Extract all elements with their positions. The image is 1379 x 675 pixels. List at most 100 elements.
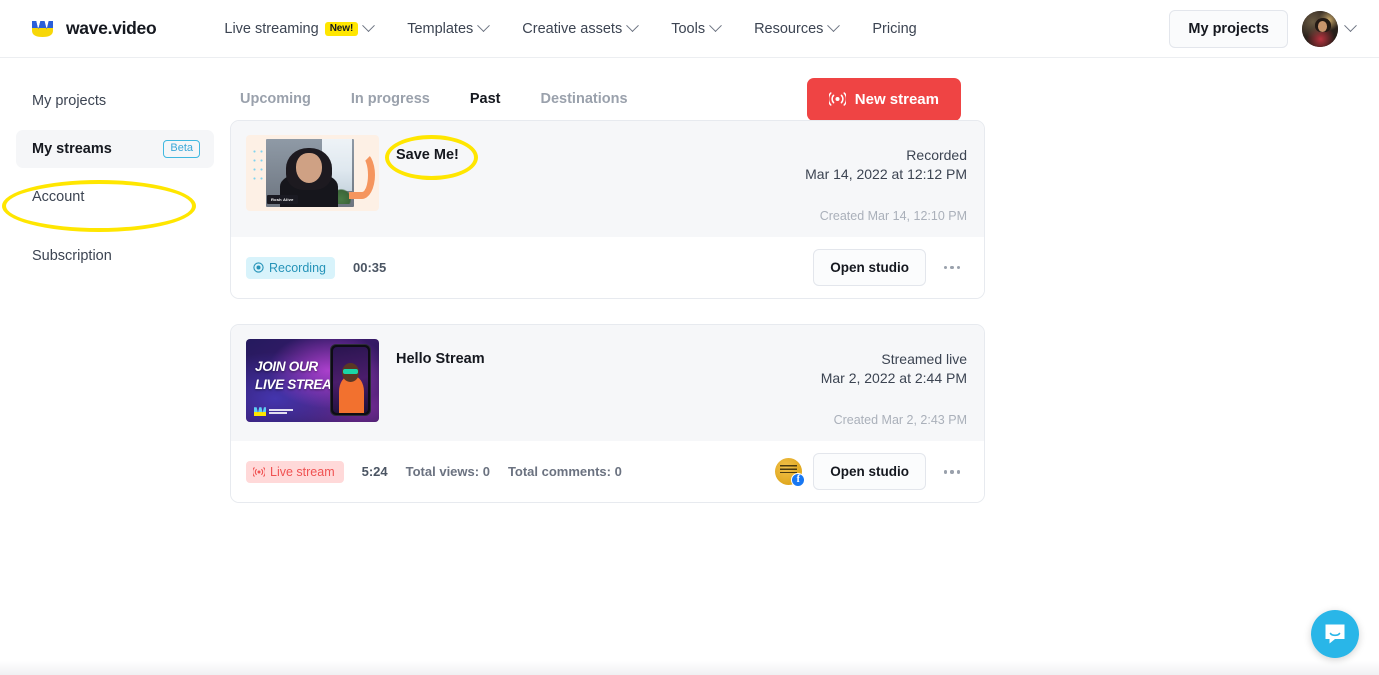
thumbnail-name-label: Rosh Alive (267, 195, 298, 204)
facebook-destination-avatar[interactable]: f (775, 458, 806, 488)
avatar[interactable] (1302, 10, 1338, 47)
stream-thumbnail-webcam[interactable]: Rosh Alive (246, 135, 379, 211)
stream-meta: Streamed live Mar 2, 2022 at 2:44 PM Cre… (821, 339, 967, 427)
status-badge-label: Recording (269, 260, 326, 275)
logo-text: wave.video (66, 18, 157, 38)
nav-item-pricing[interactable]: Pricing (855, 0, 933, 58)
more-horizontal-icon[interactable] (937, 253, 967, 283)
stream-date: Mar 2, 2022 at 2:44 PM (820, 369, 967, 386)
nav-item-tools[interactable]: Tools (654, 0, 737, 58)
stream-title: Hello Stream (396, 351, 485, 368)
chevron-down-icon (709, 19, 722, 33)
stream-thumbnail-promo[interactable]: JOIN OUR LIVE STREAM (246, 339, 379, 423)
stream-total-views: Total views: 0 (405, 464, 490, 480)
thumbnail-logo (254, 407, 293, 417)
stream-meta: Recorded Mar 14, 2022 at 12:12 PM Create… (805, 135, 967, 223)
nav-label: Live streaming (224, 20, 319, 37)
header-right-actions: My projects (1169, 9, 1357, 48)
page-body: My projects My streams Beta Account Subs… (0, 58, 1379, 675)
my-projects-button[interactable]: My projects (1169, 9, 1288, 48)
stream-card-header: JOIN OUR LIVE STREAM Hello Stream Stream… (231, 325, 984, 442)
nav-label: Resources (754, 20, 824, 37)
broadcast-icon (828, 92, 846, 106)
orange-arc-decoration (349, 151, 375, 199)
open-studio-button[interactable]: Open studio (813, 453, 926, 491)
person-face (296, 153, 322, 183)
stream-card[interactable]: JOIN OUR LIVE STREAM Hello Stream Stream… (230, 324, 985, 504)
stream-card-footer: Recording 00:35 Open studio (231, 237, 984, 299)
open-studio-button[interactable]: Open studio (813, 249, 926, 287)
nav-item-resources[interactable]: Resources (737, 0, 855, 58)
nav-label: Templates (407, 20, 474, 37)
sunglasses (343, 368, 359, 374)
thumbnail-headline-1: JOIN OUR (255, 359, 318, 375)
stream-card-header: Rosh Alive Save Me! Recorded Mar 14, 202… (231, 121, 984, 238)
sidebar-item-my-projects[interactable]: My projects (16, 82, 214, 120)
stream-duration: 00:35 (352, 260, 387, 276)
sidebar-item-account[interactable]: Account (16, 178, 214, 216)
sidebar-item-subscription[interactable]: Subscription (16, 237, 214, 275)
record-icon (253, 262, 264, 273)
nav-label: Pricing (872, 20, 917, 37)
wave-crown-logo-icon (254, 407, 266, 417)
stream-date: Mar 14, 2022 at 12:12 PM (805, 165, 967, 182)
person-body (338, 376, 364, 414)
wave-video-logo[interactable]: wave.video (32, 18, 157, 39)
new-badge: New! (324, 21, 359, 36)
main-content: Upcoming In progress Past Destinations N… (230, 58, 1379, 675)
sidebar: My projects My streams Beta Account Subs… (0, 58, 230, 675)
chevron-down-icon (626, 19, 640, 33)
nav-item-templates[interactable]: Templates (390, 0, 505, 58)
status-badge-recording: Recording (246, 256, 335, 279)
facebook-icon: f (791, 473, 806, 488)
nav-item-live-streaming[interactable]: Live streaming New! (224, 0, 390, 58)
stream-status: Recorded (906, 147, 967, 163)
streams-toolbar: Upcoming In progress Past Destinations N… (230, 58, 1379, 121)
nav-label: Creative assets (522, 20, 623, 37)
page-bottom-edge (0, 661, 1379, 675)
thumbnail-art: Rosh Alive (246, 135, 379, 211)
stream-created: Created Mar 14, 12:10 PM (819, 209, 967, 224)
stream-duration: 5:24 (361, 464, 388, 480)
sidebar-item-my-streams[interactable]: My streams Beta (16, 130, 214, 168)
sidebar-item-label: Account (32, 189, 85, 205)
stream-total-comments: Total comments: 0 (507, 464, 622, 480)
phone-mockup (330, 344, 371, 417)
stream-status: Streamed live (881, 351, 967, 368)
stream-created: Created Mar 2, 2:43 PM (833, 413, 967, 428)
broadcast-icon (253, 467, 265, 477)
stream-card[interactable]: Rosh Alive Save Me! Recorded Mar 14, 202… (230, 120, 985, 300)
stream-card-actions: Open studio (813, 249, 967, 287)
intercom-chat-launcher[interactable] (1311, 610, 1359, 658)
nav-item-creative-assets[interactable]: Creative assets (505, 0, 654, 58)
stream-card-footer: Live stream 5:24 Total views: 0 Total co… (231, 441, 984, 503)
sidebar-item-label: My streams (32, 141, 112, 157)
account-menu[interactable] (1302, 10, 1357, 47)
tab-past[interactable]: Past (460, 83, 511, 115)
tab-in-progress[interactable]: In progress (341, 83, 440, 115)
new-stream-label: New stream (854, 90, 939, 108)
chat-bubble-smile-icon (1325, 624, 1345, 644)
stream-card-actions: f Open studio (775, 453, 967, 491)
chevron-down-icon[interactable] (1344, 19, 1357, 33)
beta-badge: Beta (163, 139, 200, 159)
thumbnail-art: JOIN OUR LIVE STREAM (246, 339, 379, 423)
new-stream-button[interactable]: New stream (806, 77, 961, 121)
sidebar-item-label: Subscription (32, 248, 112, 264)
phone-screen (333, 347, 368, 414)
top-header: wave.video Live streaming New! Templates… (0, 0, 1379, 58)
stream-title: Save Me! (396, 147, 459, 163)
logo-wordmark (269, 408, 293, 415)
status-badge-label: Live stream (270, 464, 335, 479)
tab-upcoming[interactable]: Upcoming (230, 83, 321, 115)
nav-label: Tools (671, 20, 706, 37)
chevron-down-icon (827, 19, 841, 33)
more-horizontal-icon[interactable] (937, 457, 967, 487)
chevron-down-icon (477, 19, 491, 33)
tab-destinations[interactable]: Destinations (531, 83, 638, 115)
chevron-down-icon (362, 19, 376, 33)
streams-tabs: Upcoming In progress Past Destinations (230, 83, 658, 115)
status-badge-live-stream: Live stream (246, 460, 344, 483)
main-navigation: Live streaming New! Templates Creative a… (224, 0, 933, 58)
